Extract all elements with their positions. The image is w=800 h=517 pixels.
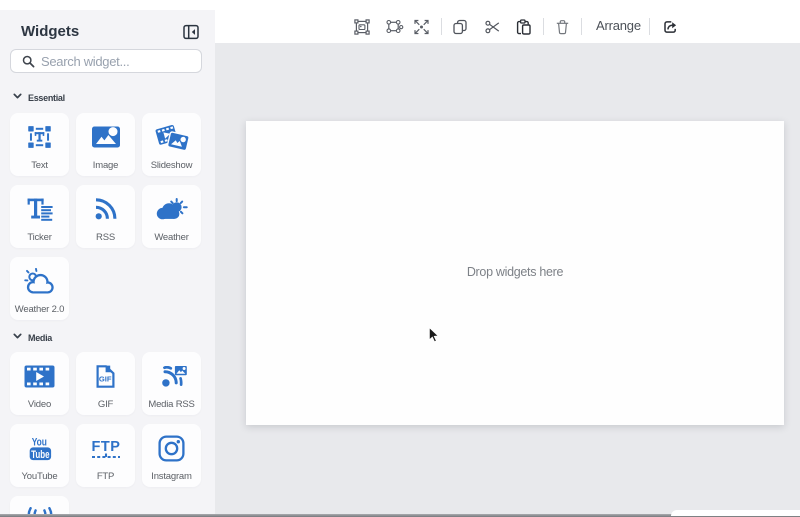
svg-text:Tube: Tube bbox=[31, 448, 49, 459]
svg-text:You: You bbox=[32, 436, 47, 449]
svg-text:GIF: GIF bbox=[99, 374, 112, 383]
svg-text:FTP: FTP bbox=[91, 439, 120, 455]
